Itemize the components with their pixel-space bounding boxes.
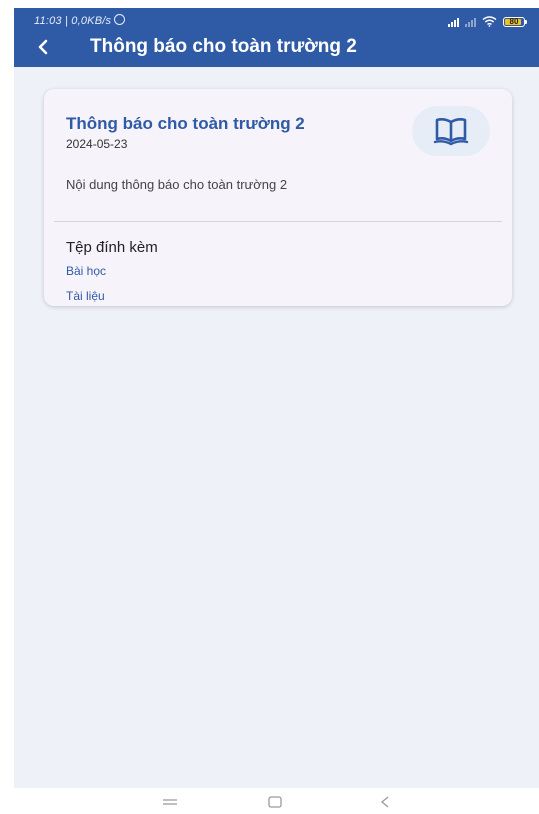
back-nav-button[interactable] [370,792,400,812]
open-book-icon [433,118,469,146]
page-title: Thông báo cho toàn trường 2 [90,36,357,57]
signal-icon [448,17,459,27]
status-bar-time: 11:03 | 0,0KB/s [34,14,126,27]
battery-level: 80 [509,17,519,26]
app-bar: 11:03 | 0,0KB/s 80 Thông báo cho toàn tr… [14,8,539,67]
menu-nav-button[interactable] [155,792,185,812]
status-bar-indicators: 80 [448,13,527,27]
alarm-icon [114,14,126,25]
app-screen: 11:03 | 0,0KB/s 80 Thông báo cho toàn tr… [14,8,539,788]
notice-card: Thông báo cho toàn trường 2 2024-05-23 N… [44,89,512,306]
book-badge [412,106,490,156]
wifi-icon [482,16,497,27]
back-button[interactable] [32,36,54,58]
attachments-heading: Tệp đính kèm [66,239,158,256]
menu-icon [163,799,177,805]
divider [54,221,502,222]
chevron-left-icon [38,39,48,55]
home-square-icon [268,796,282,808]
battery-icon: 80 [503,17,527,27]
home-nav-button[interactable] [260,792,290,812]
system-nav-bar [0,790,539,814]
status-time-text: 11:03 | 0,0KB/s [34,15,112,27]
notice-date: 2024-05-23 [66,137,128,151]
notice-title: Thông báo cho toàn trường 2 [66,114,305,133]
signal-secondary-icon [465,17,476,27]
back-triangle-icon [380,796,389,808]
attachment-link-bai-hoc[interactable]: Bài học [66,264,106,278]
notice-content: Nội dung thông báo cho toàn trường 2 [66,177,288,192]
attachment-link-tai-lieu[interactable]: Tài liệu [66,289,105,303]
